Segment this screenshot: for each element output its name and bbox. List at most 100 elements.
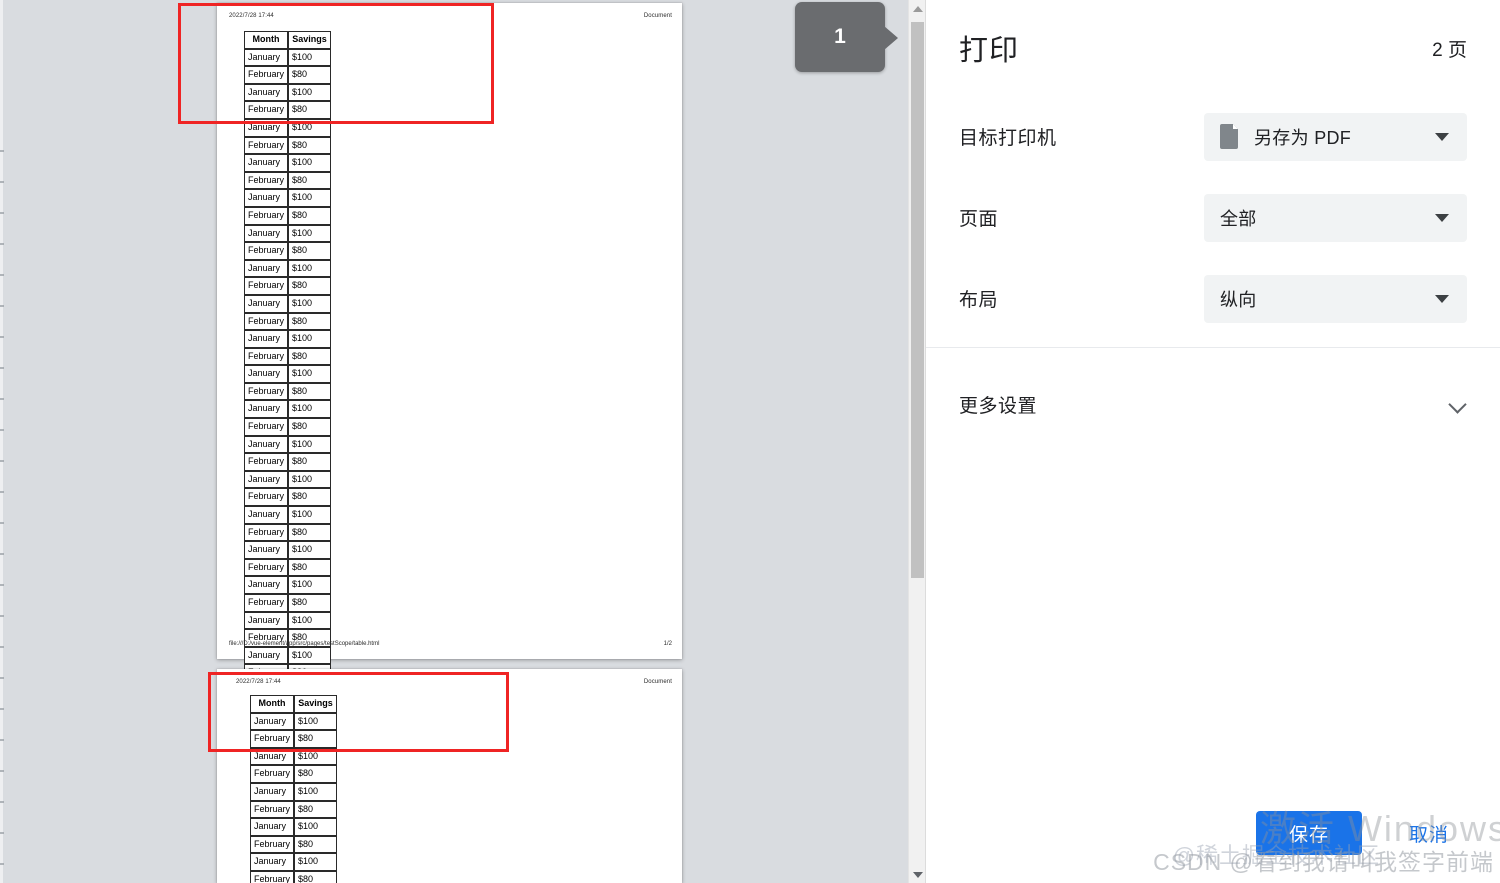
print-preview-area[interactable]: 2022/7/28 17:44 Document Month Savings J…: [0, 0, 925, 883]
cell-savings: $80: [288, 312, 332, 331]
table-row: February$80: [244, 453, 332, 471]
table-row: January $100: [244, 259, 332, 278]
cell-month: January: [244, 83, 289, 102]
table-row: February$80: [244, 382, 332, 401]
cell-month: January: [244, 541, 289, 559]
pages-select[interactable]: 全部: [1204, 193, 1467, 242]
cell-savings: $100: [288, 48, 332, 67]
table-body: January $100 February $80 January $100 Februar…: [250, 712, 338, 883]
scroll-down-arrow-icon[interactable]: [909, 866, 925, 883]
table-row: February$80: [244, 101, 332, 119]
table-row: January $100: [244, 294, 332, 313]
cell-month: January: [244, 400, 289, 419]
table-row: February$80: [244, 523, 332, 542]
cell-savings: $100: [288, 541, 332, 559]
cell-month: January: [250, 712, 295, 731]
cell-month: January: [250, 782, 295, 801]
cell-savings: $100: [288, 154, 332, 172]
col-header-savings: Savings: [288, 31, 332, 49]
more-settings-toggle[interactable]: 更多设置: [926, 376, 1500, 432]
table-row: January $100: [244, 189, 332, 207]
cell-savings: $100: [294, 782, 338, 801]
savings-table-page2: Month Savings January $100 February $80 Janu…: [250, 695, 338, 883]
save-button[interactable]: 保存: [1256, 811, 1362, 855]
table-row: February$80: [250, 800, 338, 819]
cell-month: January: [250, 747, 295, 766]
table-row: February$80: [244, 488, 332, 507]
setting-row-layout: 布局 纵向: [959, 258, 1467, 339]
cell-savings: $80: [288, 523, 332, 542]
cell-month: January: [244, 646, 289, 665]
table-row: February$80: [244, 277, 332, 295]
preview-page-2[interactable]: 2022/7/28 17:44 Document Month Savings J…: [217, 669, 682, 883]
page-count-label: 2 页: [1432, 39, 1467, 61]
cell-month: January: [244, 259, 289, 278]
cell-month: January: [244, 435, 289, 454]
destination-select[interactable]: 另存为 PDF: [1204, 112, 1467, 161]
preview-page-1[interactable]: 2022/7/28 17:44 Document Month Savings J…: [217, 3, 682, 704]
cell-month: February: [244, 488, 289, 507]
scroll-up-arrow-icon[interactable]: [909, 0, 925, 17]
cell-month: February: [244, 558, 289, 577]
cell-month: January: [244, 330, 289, 348]
cell-savings: $80: [294, 800, 338, 819]
cell-month: January: [244, 154, 289, 172]
destination-value: 另存为 PDF: [1254, 127, 1352, 148]
cell-savings: $100: [294, 747, 338, 766]
cell-savings: $100: [288, 224, 332, 243]
cell-savings: $80: [288, 101, 332, 119]
cancel-button[interactable]: 取消: [1388, 811, 1470, 855]
cell-month: February: [244, 382, 289, 401]
page-header-title: Document: [643, 679, 672, 685]
preview-scrollbar[interactable]: [908, 0, 925, 883]
cell-month: February: [244, 312, 289, 331]
page-footer-url: file:///D:/vue-element/app/src/pages/tes…: [229, 641, 380, 647]
cell-savings: $100: [288, 330, 332, 348]
cell-savings: $100: [294, 818, 338, 836]
page-header: 2022/7/28 17:44 Document: [229, 11, 672, 21]
offscreen-page-row-marks: [0, 0, 6, 883]
table-row: February$80: [244, 558, 332, 577]
page-number-bubble-label: 1: [834, 25, 846, 48]
print-preview-window: 2022/7/28 17:44 Document Month Savings J…: [0, 0, 1500, 883]
settings-list: 目标打印机 另存为 PDF 页面 全部 布局 纵向: [926, 96, 1500, 339]
table-row: February$80: [250, 870, 338, 883]
pages-value: 全部: [1220, 208, 1257, 229]
cell-month: February: [244, 136, 289, 155]
scrollbar-thumb[interactable]: [911, 22, 924, 578]
table-row: February$80: [250, 835, 338, 854]
cell-month: January: [244, 576, 289, 594]
page-header-date: 2022/7/28 17:44: [229, 13, 274, 19]
cell-month: February: [244, 277, 289, 295]
cell-month: January: [244, 611, 289, 630]
chevron-down-icon: [1449, 395, 1467, 413]
table-head: Month Savings: [250, 695, 338, 713]
cell-savings: $100: [288, 189, 332, 207]
cell-month: January: [250, 818, 295, 836]
cell-month: February: [250, 730, 295, 748]
table-row: January $100: [244, 400, 332, 419]
panel-divider: [926, 347, 1500, 348]
table-row: January $100: [250, 818, 338, 836]
col-header-savings: Savings: [294, 695, 338, 713]
cell-month: February: [250, 765, 295, 783]
table-row: February$80: [250, 765, 338, 783]
table-row: January $100: [244, 48, 332, 67]
layout-select[interactable]: 纵向: [1204, 274, 1467, 323]
cell-savings: $80: [288, 594, 332, 612]
table-row: February$80: [244, 66, 332, 84]
cell-savings: $80: [288, 347, 332, 366]
setting-row-pages: 页面 全部: [959, 177, 1467, 258]
cell-savings: $80: [288, 453, 332, 471]
table-row: February$80: [244, 136, 332, 155]
table-row: January $100: [244, 576, 332, 594]
cell-month: January: [244, 470, 289, 489]
table-row: January $100: [244, 646, 332, 665]
cell-month: February: [244, 171, 289, 190]
cell-savings: $80: [288, 558, 332, 577]
table-row: February$80: [244, 242, 332, 260]
table-row: January $100: [250, 747, 338, 766]
table-row: January $100: [244, 506, 332, 524]
page-footer: file:///D:/vue-element/app/src/pages/tes…: [229, 639, 672, 649]
table-row: January $100: [244, 470, 332, 489]
